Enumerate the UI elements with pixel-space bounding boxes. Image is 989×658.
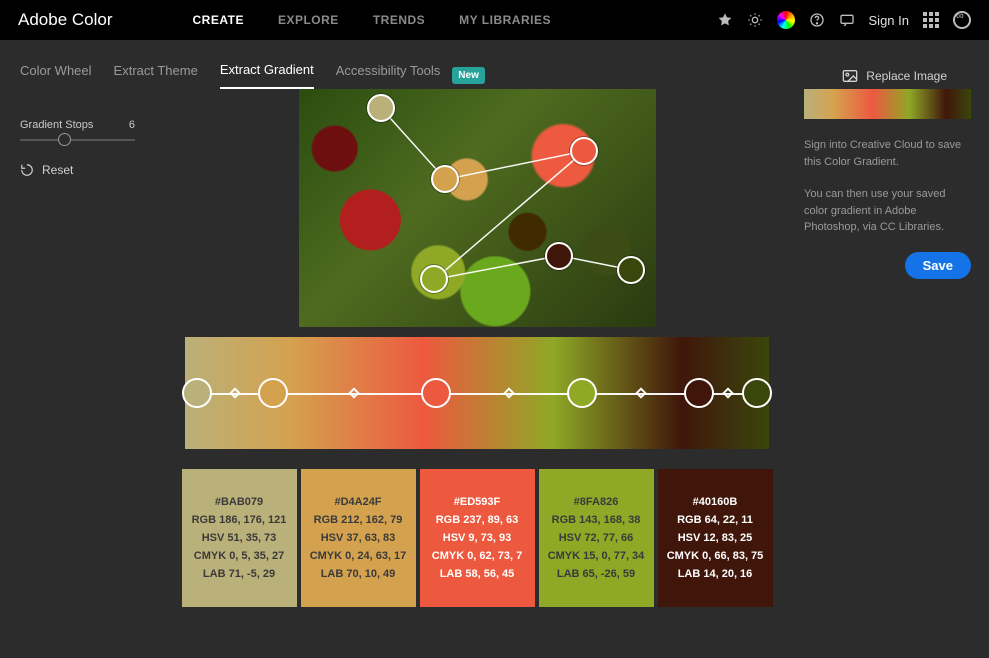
swatch-0-hsv: HSV 51, 35, 73 bbox=[202, 532, 277, 544]
swatch-4-lab: LAB 14, 20, 16 bbox=[678, 568, 753, 580]
swatch-3-lab: LAB 65, -26, 59 bbox=[557, 568, 635, 580]
swatch-2-hex: #ED593F bbox=[454, 496, 500, 508]
center-panel: #BAB079 RGB 186, 176, 121 HSV 51, 35, 73 CM… bbox=[150, 89, 804, 607]
image-color-point-4[interactable] bbox=[420, 265, 448, 293]
gradient-stop-3[interactable] bbox=[567, 378, 597, 408]
tab-color-wheel[interactable]: Color Wheel bbox=[20, 63, 92, 88]
swatch-1-rgb: RGB 212, 162, 79 bbox=[314, 514, 403, 526]
swatch-2-rgb: RGB 237, 89, 63 bbox=[436, 514, 519, 526]
swatch-row: #BAB079 RGB 186, 176, 121 HSV 51, 35, 73 CM… bbox=[182, 469, 773, 607]
replace-image-label: Replace Image bbox=[866, 69, 947, 83]
save-button[interactable]: Save bbox=[905, 252, 971, 279]
creative-cloud-icon[interactable] bbox=[953, 11, 971, 29]
gradient-stop-1[interactable] bbox=[258, 378, 288, 408]
topnav-my libraries[interactable]: MY LIBRARIES bbox=[459, 13, 551, 27]
top-nav: CREATE EXPLORE TRENDS MY LIBRARIES bbox=[193, 13, 551, 27]
star-icon[interactable] bbox=[717, 12, 733, 28]
swatch-4-hsv: HSV 12, 83, 25 bbox=[678, 532, 753, 544]
swatch-3-hex: #8FA826 bbox=[574, 496, 619, 508]
reset-button[interactable]: Reset bbox=[20, 163, 150, 177]
sign-in-link[interactable]: Sign In bbox=[869, 13, 909, 28]
swatch-4-rgb: RGB 64, 22, 11 bbox=[677, 514, 753, 526]
new-badge: New bbox=[452, 67, 485, 84]
gradient-stops-slider[interactable] bbox=[20, 139, 135, 141]
swatch-2[interactable]: #ED593F RGB 237, 89, 63 HSV 9, 73, 93 CMYK … bbox=[420, 469, 535, 607]
gradient-stop-4[interactable] bbox=[684, 378, 714, 408]
swatch-1-lab: LAB 70, 10, 49 bbox=[321, 568, 396, 580]
gradient-stop-5[interactable] bbox=[742, 378, 772, 408]
apps-grid-icon[interactable] bbox=[923, 12, 939, 28]
swatch-0-lab: LAB 71, -5, 29 bbox=[203, 568, 275, 580]
swatch-1[interactable]: #D4A24F RGB 212, 162, 79 HSV 37, 63, 83 CMY… bbox=[301, 469, 416, 607]
slider-value: 6 bbox=[129, 119, 135, 131]
gradient-midpoint-2[interactable] bbox=[503, 387, 514, 398]
image-color-point-5[interactable] bbox=[617, 256, 645, 284]
top-bar: Adobe Color CREATE EXPLORE TRENDS MY LIBRAR… bbox=[0, 0, 989, 40]
swatch-1-cmyk: CMYK 0, 24, 63, 17 bbox=[310, 550, 407, 562]
swatch-4-cmyk: CMYK 0, 66, 83, 75 bbox=[667, 550, 764, 562]
topnav-explore[interactable]: EXPLORE bbox=[278, 13, 339, 27]
swatch-0-rgb: RGB 186, 176, 121 bbox=[192, 514, 287, 526]
gradient-midpoint-4[interactable] bbox=[722, 387, 733, 398]
top-bar-right: Sign In bbox=[717, 11, 971, 29]
gradient-preview bbox=[804, 89, 971, 119]
image-color-point-1[interactable] bbox=[431, 165, 459, 193]
tab-extract-theme[interactable]: Extract Theme bbox=[114, 63, 198, 88]
sub-tabs: Color Wheel Extract Theme Extract Gradient… bbox=[0, 40, 989, 89]
swatch-0-cmyk: CMYK 0, 5, 35, 27 bbox=[194, 550, 285, 562]
brightness-icon[interactable] bbox=[747, 12, 763, 28]
swatch-3-rgb: RGB 143, 168, 38 bbox=[552, 514, 641, 526]
slider-label: Gradient Stops bbox=[20, 119, 93, 131]
slider-thumb[interactable] bbox=[58, 133, 71, 146]
brand-logo: Adobe Color bbox=[18, 10, 113, 30]
image-color-point-3[interactable] bbox=[545, 242, 573, 270]
reset-label: Reset bbox=[42, 163, 73, 177]
slider-header: Gradient Stops 6 bbox=[20, 119, 135, 131]
topnav-trends[interactable]: TRENDS bbox=[373, 13, 425, 27]
signin-hint-2: You can then use your saved color gradie… bbox=[804, 186, 971, 236]
main-area: Gradient Stops 6 Reset #BAB079 RGB 186, 1… bbox=[0, 89, 989, 607]
gradient-stop-2[interactable] bbox=[421, 378, 451, 408]
swatch-0[interactable]: #BAB079 RGB 186, 176, 121 HSV 51, 35, 73 CM… bbox=[182, 469, 297, 607]
swatch-4[interactable]: #40160B RGB 64, 22, 11 HSV 12, 83, 25 CMYK … bbox=[658, 469, 773, 607]
swatch-2-cmyk: CMYK 0, 62, 73, 7 bbox=[432, 550, 523, 562]
color-wheel-icon[interactable] bbox=[777, 11, 795, 29]
feedback-icon[interactable] bbox=[839, 12, 855, 28]
swatch-2-lab: LAB 58, 56, 45 bbox=[440, 568, 515, 580]
gradient-midpoint-1[interactable] bbox=[349, 387, 360, 398]
gradient-strip[interactable] bbox=[185, 337, 769, 449]
topnav-create[interactable]: CREATE bbox=[193, 13, 244, 27]
help-icon[interactable] bbox=[809, 12, 825, 28]
swatch-2-hsv: HSV 9, 73, 93 bbox=[443, 532, 512, 544]
swatch-3-cmyk: CMYK 15, 0, 77, 34 bbox=[548, 550, 645, 562]
gradient-midpoint-3[interactable] bbox=[635, 387, 646, 398]
tab-extract-gradient[interactable]: Extract Gradient bbox=[220, 62, 314, 89]
signin-hint-1: Sign into Creative Cloud to save this Co… bbox=[804, 137, 971, 170]
gradient-stop-0[interactable] bbox=[182, 378, 212, 408]
gradient-midpoint-0[interactable] bbox=[229, 387, 240, 398]
source-image[interactable] bbox=[299, 89, 656, 327]
image-color-point-0[interactable] bbox=[367, 94, 395, 122]
swatch-3-hsv: HSV 72, 77, 66 bbox=[559, 532, 634, 544]
replace-image-button[interactable]: Replace Image bbox=[842, 69, 947, 83]
right-panel: Sign into Creative Cloud to save this Co… bbox=[804, 89, 989, 607]
left-panel: Gradient Stops 6 Reset bbox=[0, 89, 150, 607]
tab-accessibility-tools[interactable]: Accessibility Tools bbox=[336, 63, 441, 88]
swatch-1-hex: #D4A24F bbox=[334, 496, 381, 508]
swatch-3[interactable]: #8FA826 RGB 143, 168, 38 HSV 72, 77, 66 CMY… bbox=[539, 469, 654, 607]
swatch-1-hsv: HSV 37, 63, 83 bbox=[321, 532, 396, 544]
connector-lines bbox=[299, 89, 656, 327]
image-color-point-2[interactable] bbox=[570, 137, 598, 165]
swatch-4-hex: #40160B bbox=[693, 496, 738, 508]
swatch-0-hex: #BAB079 bbox=[215, 496, 263, 508]
